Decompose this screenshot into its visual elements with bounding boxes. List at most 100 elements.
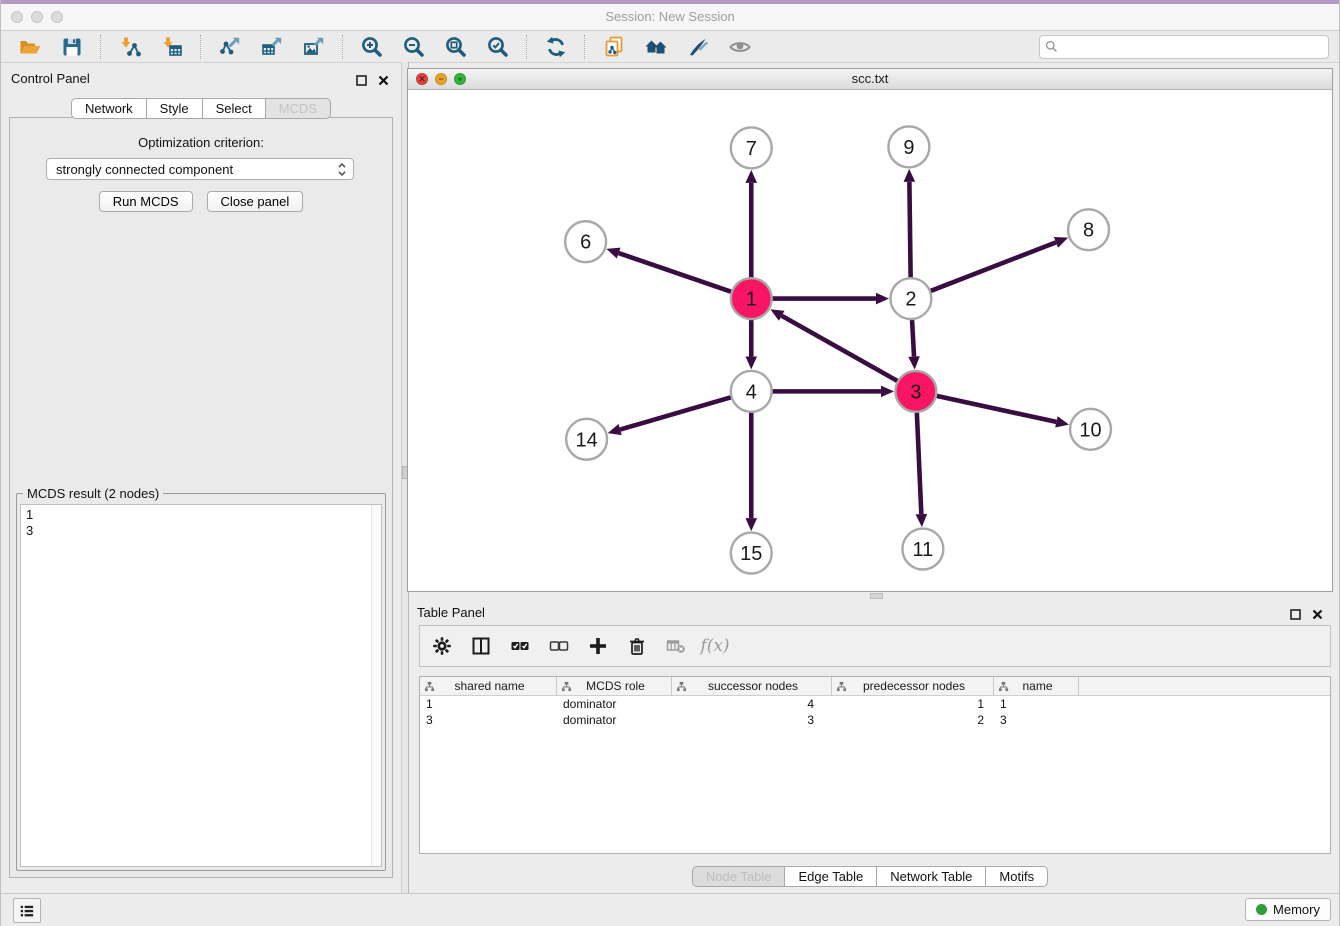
import-table-button[interactable] [151,33,193,61]
right-column: scc.txt 1234678910111415 Table Panel [407,62,1339,894]
export-table-button[interactable] [251,33,293,61]
tab-mcds[interactable]: MCDS [266,98,331,119]
column-header-successor-nodes[interactable]: successor nodes [672,677,832,695]
close-window-icon[interactable] [11,11,23,23]
graph-node-7[interactable]: 7 [731,127,772,168]
tab-node-table[interactable]: Node Table [692,866,786,887]
search-input[interactable] [1062,37,1324,57]
edge-1-2[interactable] [771,293,889,305]
show-columns-button[interactable] [469,634,493,658]
column-header-name[interactable]: name [994,677,1079,695]
tab-motifs[interactable]: Motifs [986,866,1048,887]
run-mcds-button[interactable]: Run MCDS [99,191,193,212]
cell: dominator [557,697,672,711]
column-header-mcds-role[interactable]: MCDS role [557,677,672,695]
edge-4-15[interactable] [745,411,757,531]
zoom-selected-button[interactable] [477,33,519,61]
close-network-icon[interactable] [416,73,428,85]
edge-4-3[interactable] [771,386,894,398]
gear-icon [432,636,452,656]
table-row[interactable]: 1dominator411 [420,696,1330,712]
edge-3-1[interactable] [770,309,899,381]
close-panel-button[interactable]: Close panel [207,191,304,212]
graph-node-8[interactable]: 8 [1068,209,1109,250]
toggle-details-button[interactable] [719,33,761,61]
duplicate-network-button[interactable] [593,33,635,61]
close-panel-icon[interactable] [1312,609,1323,620]
network-view-window: scc.txt 1 2 3 4 6 7 8 9 10 11 14 15 [407,68,1333,592]
column-header-shared-name[interactable]: shared name [420,677,557,695]
zoom-window-icon[interactable] [51,11,63,23]
import-network-button[interactable] [109,33,151,61]
table-settings-button[interactable] [430,634,454,658]
result-scrollbar[interactable] [371,505,381,866]
float-panel-icon[interactable] [356,75,367,86]
network-window-titlebar: scc.txt [408,69,1332,90]
edge-1-4[interactable] [745,318,757,369]
table-toolbar: f(x) [419,625,1331,667]
delete-table-button[interactable] [664,634,688,658]
cell: 3 [420,713,557,727]
table-body: 1dominator4113dominator323 [420,696,1330,728]
edge-2-8[interactable] [929,237,1068,292]
graph-node-1[interactable]: 1 [731,278,772,319]
graph-node-4[interactable]: 4 [731,371,772,412]
edge-3-11[interactable] [916,411,928,527]
close-panel-icon[interactable] [378,75,389,86]
node-table: shared nameMCDS role successor nodesprede… [419,676,1331,854]
mcds-panel: Optimization criterion: strongly connect… [9,117,393,878]
deselect-all-columns-button[interactable] [547,634,571,658]
style-paint-button[interactable] [677,33,719,61]
graph-node-15[interactable]: 15 [731,533,772,574]
edge-2-9[interactable] [904,169,916,279]
column-header-predecessor-nodes[interactable]: predecessor nodes [832,677,994,695]
tab-network[interactable]: Network [71,98,147,119]
tab-style[interactable]: Style [147,98,203,119]
zoom-out-button[interactable] [393,33,435,61]
refresh-button[interactable] [535,33,577,61]
select-all-columns-button[interactable] [508,634,532,658]
memory-button[interactable]: Memory [1245,898,1331,921]
mcds-result-textarea[interactable]: 13 [20,504,382,867]
graph-node-10[interactable]: 10 [1070,409,1111,450]
minimize-window-icon[interactable] [31,11,43,23]
cell: 4 [672,697,832,711]
status-bar: Memory [1,893,1339,926]
tab-edge-table[interactable]: Edge Table [785,866,877,887]
zoom-fit-button[interactable] [435,33,477,61]
edge-2-3[interactable] [908,318,920,369]
export-image-button[interactable] [293,33,335,61]
task-history-button[interactable] [13,898,41,923]
edge-4-14[interactable] [608,397,733,435]
graph-node-14[interactable]: 14 [566,419,607,460]
create-column-button[interactable] [586,634,610,658]
cell: 2 [832,713,994,727]
column-label: successor nodes [687,679,831,693]
edge-3-10[interactable] [935,396,1069,428]
graph-node-9[interactable]: 9 [888,126,929,167]
tab-select[interactable]: Select [203,98,266,119]
edge-1-6[interactable] [606,248,732,293]
float-panel-icon[interactable] [1290,609,1301,620]
graph-node-11[interactable]: 11 [902,529,943,570]
minimize-network-icon[interactable] [435,73,447,85]
cell: 3 [672,713,832,727]
first-neighbors-button[interactable] [635,33,677,61]
save-session-button[interactable] [51,33,93,61]
node-label: 14 [576,429,598,451]
tab-network-table[interactable]: Network Table [877,866,986,887]
open-file-button[interactable] [9,33,51,61]
network-canvas[interactable]: 1 2 3 4 6 7 8 9 10 11 14 15 [408,90,1332,591]
function-builder-button[interactable]: f(x) [703,634,727,658]
export-network-button[interactable] [209,33,251,61]
graph-node-6[interactable]: 6 [565,221,606,262]
graph-node-2[interactable]: 2 [890,278,931,319]
save-icon [60,35,84,59]
zoom-in-button[interactable] [351,33,393,61]
edge-1-7[interactable] [745,170,757,279]
table-row[interactable]: 3dominator323 [420,712,1330,728]
graph-node-3[interactable]: 3 [895,371,936,412]
optimization-criterion-select[interactable]: strongly connected component [46,158,354,180]
maximize-network-icon[interactable] [454,73,466,85]
delete-column-button[interactable] [625,634,649,658]
